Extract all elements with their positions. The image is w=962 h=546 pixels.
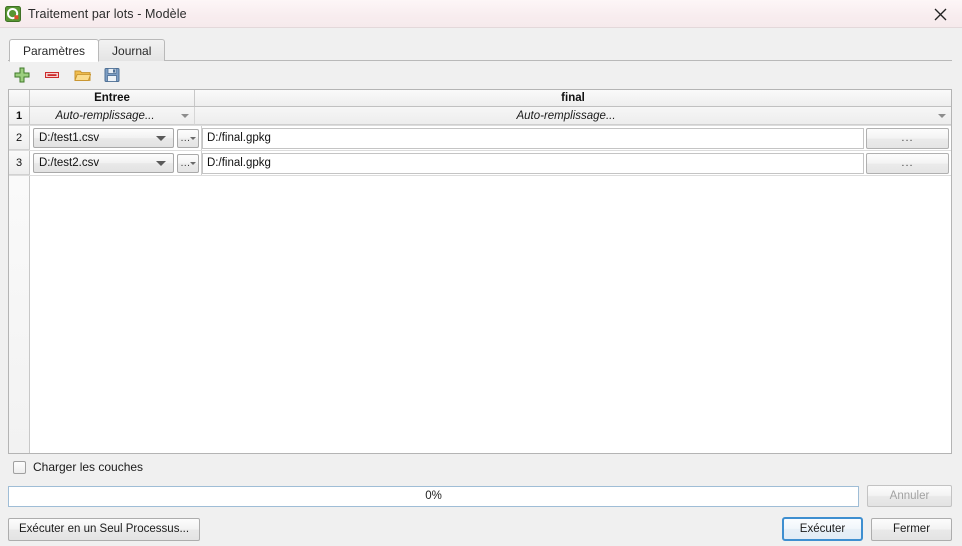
cancel-button[interactable]: Annuler bbox=[867, 485, 952, 507]
batch-parameters-table: Entree final 1 Auto-remplissage... Auto-… bbox=[8, 89, 952, 454]
input-browse-button[interactable]: ... bbox=[176, 153, 199, 173]
autofill-output-dropdown[interactable]: Auto-remplissage... bbox=[195, 107, 951, 125]
output-browse-cell: ... bbox=[865, 126, 951, 150]
action-row: Exécuter en un Seul Processus... Exécute… bbox=[0, 512, 962, 546]
chevron-down-icon bbox=[181, 113, 189, 118]
close-button[interactable]: Fermer bbox=[871, 517, 952, 541]
output-browse-cell: ... bbox=[865, 151, 951, 175]
chevron-down-icon bbox=[156, 161, 166, 166]
run-button[interactable]: Exécuter bbox=[782, 517, 863, 541]
row-number: 3 bbox=[9, 151, 30, 175]
batch-processing-dialog: Traitement par lots - Modèle Paramètres … bbox=[0, 0, 962, 546]
parametres-panel: Entree final 1 Auto-remplissage... Auto-… bbox=[8, 61, 952, 479]
minus-icon[interactable] bbox=[42, 65, 62, 85]
tab-journal[interactable]: Journal bbox=[98, 39, 166, 61]
progress-row: 0% Annuler bbox=[0, 483, 962, 509]
autofill-output-label: Auto-remplissage... bbox=[516, 109, 616, 122]
autofill-input-dropdown[interactable]: Auto-remplissage... bbox=[30, 107, 195, 125]
load-layers-checkbox[interactable] bbox=[13, 460, 26, 474]
save-icon[interactable] bbox=[102, 65, 122, 85]
table-toolbar bbox=[8, 61, 952, 89]
qgis-icon bbox=[5, 5, 21, 22]
table-row: 2 D:/test1.csv ... D:/final.gpkg ... bbox=[9, 126, 951, 151]
tab-journal-label: Journal bbox=[112, 43, 152, 58]
progress-bar: 0% bbox=[8, 485, 859, 507]
input-layer-combo[interactable]: D:/test1.csv bbox=[33, 128, 174, 148]
close-icon[interactable] bbox=[918, 0, 962, 28]
table-empty-area bbox=[9, 176, 951, 453]
input-browse-cell: ... bbox=[176, 151, 202, 175]
row-number: 2 bbox=[9, 126, 30, 150]
titlebar: Traitement par lots - Modèle bbox=[0, 0, 962, 28]
window-title: Traitement par lots - Modèle bbox=[28, 6, 187, 21]
tab-parametres[interactable]: Paramètres bbox=[9, 39, 100, 62]
input-layer-value: D:/test1.csv bbox=[39, 132, 100, 144]
table-corner-header bbox=[9, 90, 30, 106]
input-layer-value: D:/test2.csv bbox=[39, 157, 100, 169]
plus-icon[interactable] bbox=[12, 65, 32, 85]
table-blank-body bbox=[30, 176, 951, 453]
output-path-input[interactable]: D:/final.gpkg bbox=[202, 152, 864, 174]
input-layer-cell: D:/test1.csv bbox=[30, 126, 176, 150]
output-path-value: D:/final.gpkg bbox=[207, 157, 271, 169]
chevron-down-icon bbox=[938, 113, 946, 118]
folder-icon[interactable] bbox=[72, 65, 92, 85]
table-row: 3 D:/test2.csv ... D:/final.gpkg ... bbox=[9, 151, 951, 176]
load-layers-label[interactable]: Charger les couches bbox=[33, 460, 143, 474]
progress-percent-label: 0% bbox=[425, 490, 442, 502]
input-layer-cell: D:/test2.csv bbox=[30, 151, 176, 175]
tab-bar: Paramètres Journal bbox=[0, 39, 962, 62]
output-path-input[interactable]: D:/final.gpkg bbox=[202, 127, 864, 149]
table-gutter bbox=[9, 176, 30, 453]
load-layers-row: Charger les couches bbox=[8, 455, 952, 479]
output-path-value: D:/final.gpkg bbox=[207, 132, 271, 144]
row-number: 1 bbox=[9, 107, 30, 125]
column-header-entree[interactable]: Entree bbox=[30, 90, 195, 106]
run-single-process-button[interactable]: Exécuter en un Seul Processus... bbox=[8, 517, 201, 541]
chevron-down-icon bbox=[156, 136, 166, 141]
chevron-down-icon bbox=[189, 162, 196, 165]
tab-parametres-label: Paramètres bbox=[23, 43, 86, 58]
chevron-down-icon bbox=[189, 137, 196, 140]
input-browse-button[interactable]: ... bbox=[176, 128, 199, 148]
input-browse-cell: ... bbox=[176, 126, 202, 150]
table-row-autofill: 1 Auto-remplissage... Auto-remplissage..… bbox=[9, 107, 951, 126]
table-header-row: Entree final bbox=[9, 90, 951, 107]
output-browse-button[interactable]: ... bbox=[866, 152, 949, 174]
column-header-final[interactable]: final bbox=[195, 90, 951, 106]
output-browse-button[interactable]: ... bbox=[866, 127, 949, 149]
output-path-cell: D:/final.gpkg bbox=[202, 126, 865, 150]
autofill-input-label: Auto-remplissage... bbox=[55, 109, 155, 122]
input-layer-combo[interactable]: D:/test2.csv bbox=[33, 153, 174, 173]
output-path-cell: D:/final.gpkg bbox=[202, 151, 865, 175]
